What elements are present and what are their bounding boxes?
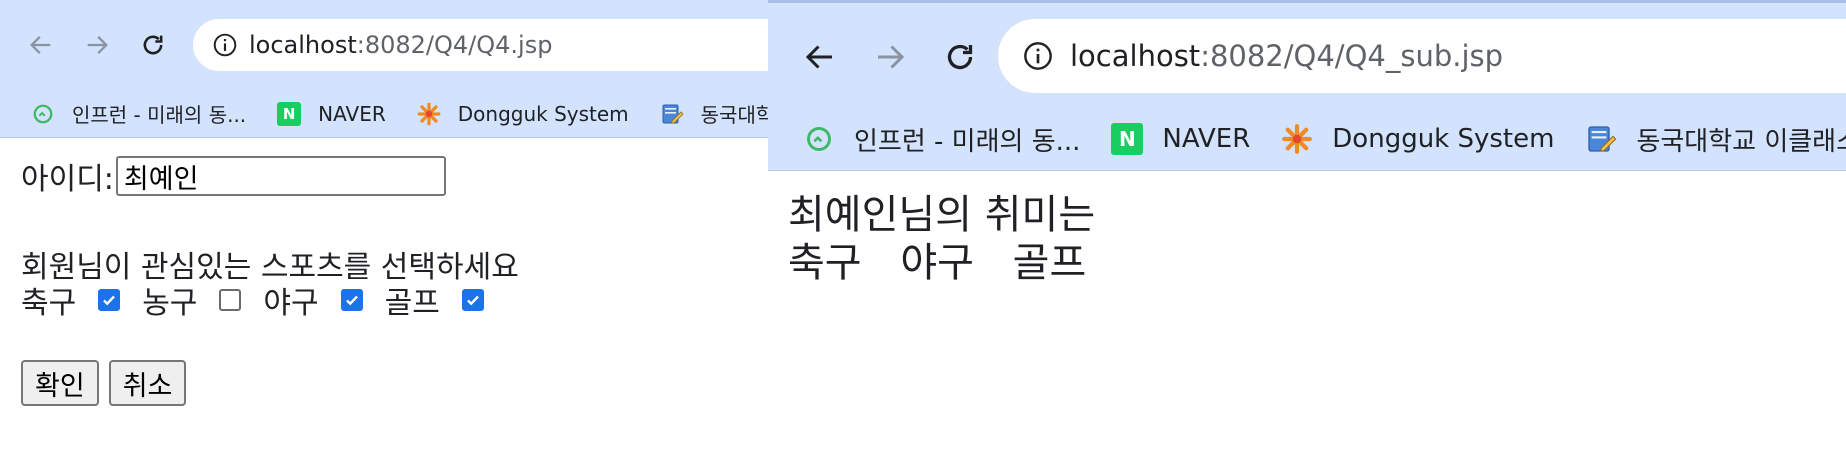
site-info-icon[interactable] — [1020, 38, 1056, 74]
bookmark-inflearn[interactable]: 인프런 - 미래의 동... — [30, 99, 246, 128]
naver-badge: N — [1111, 123, 1144, 155]
bookmark-label: 인프런 - 미래의 동... — [72, 103, 247, 127]
id-row: 아이디: — [21, 156, 446, 197]
sport-label-golf: 골프 — [384, 286, 440, 321]
hobby-item: 축구 — [788, 240, 862, 286]
back-button[interactable] — [22, 26, 60, 64]
back-arrow-icon — [30, 36, 51, 54]
site-info-icon[interactable] — [211, 31, 239, 59]
reload-button[interactable] — [134, 26, 172, 64]
right-browser-window: localhost:8082/Q4/Q4_sub.jsp 인프런 - 미래의 동… — [768, 0, 1846, 460]
inflearn-icon — [802, 122, 836, 156]
result-content: 최예인님의 취미는 축구 야구 골프 — [788, 191, 1112, 287]
sports-checkbox-group: 축구 농구 야구 골프 — [21, 278, 506, 322]
url-text: localhost:8082/Q4/Q4_sub.jsp — [1070, 39, 1504, 73]
sport-label-basketball: 농구 — [142, 286, 198, 321]
id-field[interactable] — [115, 156, 446, 196]
checkbox-basketball[interactable] — [219, 289, 242, 311]
bookmarks-bar: 인프런 - 미래의 동... N NAVER Dongguk System 동국… — [768, 108, 1846, 171]
checkmark-icon — [466, 295, 479, 306]
forward-button[interactable] — [78, 26, 116, 64]
hobby-item: 골프 — [1012, 240, 1087, 286]
reload-icon — [143, 35, 163, 55]
browser-toolbar: localhost:8082/Q4/Q4_sub.jsp — [768, 3, 1846, 108]
bookmark-label: Dongguk System — [457, 101, 629, 126]
bookmark-label: 인프런 - 미래의 동... — [854, 126, 1081, 157]
result-heading: 최예인님의 취미는 — [788, 192, 1096, 238]
checkbox-golf[interactable] — [461, 289, 484, 311]
bookmarks-bar: 인프런 - 미래의 동... N NAVER Dongguk System 동국… — [0, 90, 768, 138]
sport-label-soccer: 축구 — [21, 286, 77, 321]
bookmark-label: Dongguk System — [1332, 124, 1555, 154]
browser-toolbar: localhost:8082/Q4/Q4.jsp — [0, 0, 768, 90]
forward-arrow-icon — [878, 45, 905, 69]
left-browser-window: localhost:8082/Q4/Q4.jsp 인프런 - 미래의 동... … — [0, 0, 768, 460]
bookmark-label: 동국대학교 이클래스 — [1636, 126, 1846, 157]
bookmark-eclass[interactable]: 동국대학교 이클래스 — [1584, 121, 1846, 158]
form-buttons: 확인 취소 — [21, 360, 196, 406]
hobby-item: 야구 — [900, 240, 974, 286]
checkmark-icon — [103, 295, 116, 306]
checkbox-baseball[interactable] — [340, 289, 363, 311]
sports-form: 아이디: 회원님이 관심있는 스포츠를 선택하세요 축구 농구 야구 골프 확인… — [21, 156, 519, 406]
forward-arrow-icon — [87, 36, 108, 54]
checkbox-soccer[interactable] — [98, 289, 121, 311]
bookmark-naver[interactable]: N NAVER — [1110, 122, 1250, 156]
hobby-list: 축구 야구 골프 — [788, 239, 1112, 287]
dongguk-icon — [1280, 122, 1314, 156]
back-button[interactable] — [796, 33, 844, 81]
id-label: 아이디: — [21, 162, 114, 197]
address-bar[interactable]: localhost:8082/Q4/Q4_sub.jsp — [998, 19, 1846, 93]
address-bar[interactable]: localhost:8082/Q4/Q4.jsp — [193, 19, 768, 71]
submit-button[interactable]: 확인 — [21, 360, 99, 406]
bookmark-naver[interactable]: N NAVER — [276, 101, 386, 127]
forward-button[interactable] — [866, 33, 914, 81]
inflearn-icon — [30, 101, 56, 127]
notepad-icon — [659, 101, 685, 127]
naver-badge: N — [277, 101, 302, 126]
bookmark-label: NAVER — [318, 101, 386, 126]
bookmark-inflearn[interactable]: 인프런 - 미래의 동... — [802, 121, 1080, 158]
reset-button[interactable]: 취소 — [108, 360, 187, 406]
sport-label-baseball: 야구 — [263, 286, 319, 321]
bookmark-eclass[interactable]: 동국대학 — [659, 99, 768, 128]
checkmark-icon — [345, 295, 358, 306]
dongguk-icon — [416, 101, 442, 127]
bookmark-dongguk[interactable]: Dongguk System — [416, 101, 629, 127]
back-arrow-icon — [805, 45, 832, 69]
bookmark-dongguk[interactable]: Dongguk System — [1280, 122, 1554, 156]
notepad-icon — [1584, 122, 1618, 156]
naver-icon: N — [1110, 122, 1144, 156]
reload-icon — [947, 44, 973, 70]
reload-button[interactable] — [936, 33, 984, 81]
bookmark-label: NAVER — [1162, 124, 1251, 154]
naver-icon: N — [276, 101, 302, 127]
bookmark-label: 동국대학 — [700, 103, 768, 127]
url-text: localhost:8082/Q4/Q4.jsp — [249, 31, 553, 59]
